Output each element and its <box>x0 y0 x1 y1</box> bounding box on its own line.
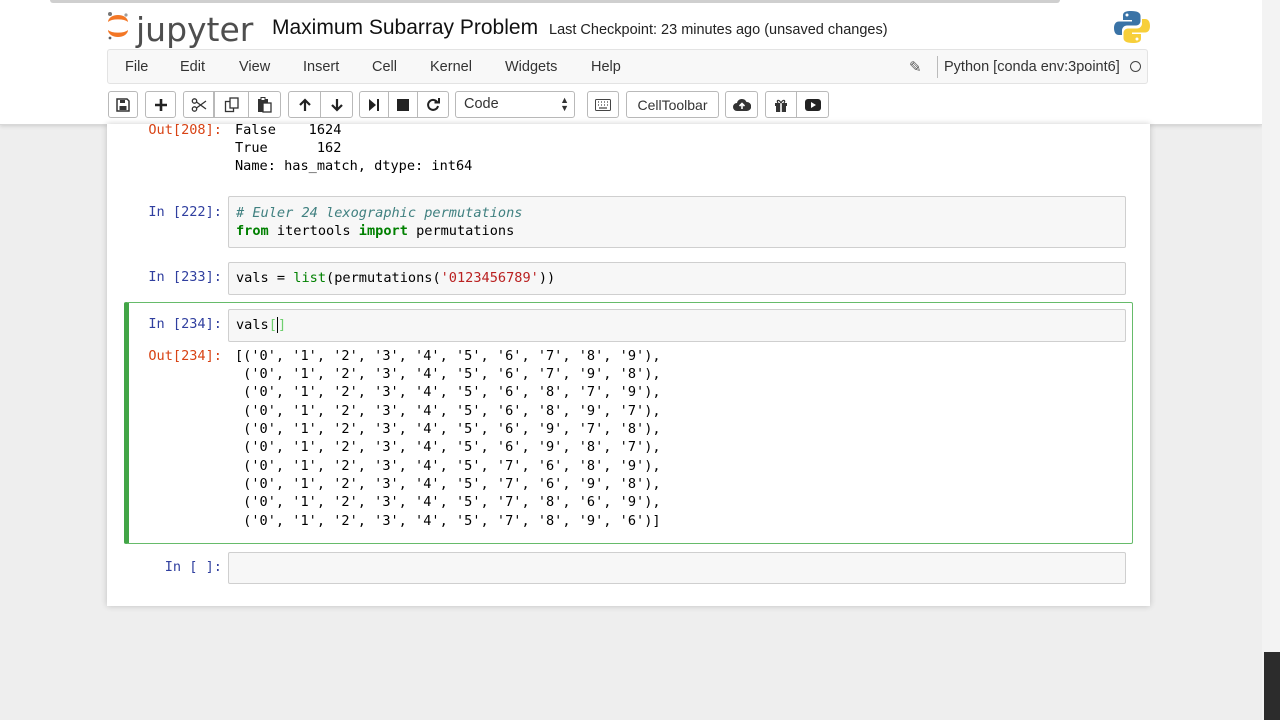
code-imported-name: permutations <box>407 223 515 239</box>
save-icon <box>116 97 130 112</box>
output-line: ('0', '1', '2', '3', '4', '5', '6', '7',… <box>235 366 661 382</box>
present-icon <box>804 98 821 111</box>
upload-icon <box>732 98 751 111</box>
input-prompt: In [233]: <box>148 269 222 285</box>
run-button[interactable] <box>359 91 389 118</box>
notebook-title[interactable]: Maximum Subarray Problem <box>272 16 538 40</box>
menu-cell[interactable]: Cell <box>372 59 397 75</box>
output-prompt: Out[234]: <box>148 348 222 364</box>
output-prompt: Out[208]: <box>148 122 222 138</box>
desktop-edge <box>1262 0 1280 720</box>
builtin-list: list <box>293 270 327 286</box>
move-down-icon <box>330 98 343 112</box>
code-line: # Euler 24 lexographic permutations <box>236 205 522 221</box>
browser-top-strip <box>50 0 1060 3</box>
keyword-from: from <box>236 223 269 239</box>
output-line: ('0', '1', '2', '3', '4', '5', '7', '6',… <box>235 458 661 474</box>
code-call: (permutations( <box>326 270 441 286</box>
add-cell-icon <box>154 98 167 111</box>
keyboard-icon <box>595 98 611 111</box>
kernel-name[interactable]: Python [conda env:3point6] <box>944 59 1120 75</box>
insert-cell-button[interactable] <box>145 91 176 118</box>
text-cursor-bracket-close: ] <box>276 317 287 333</box>
pencil-icon: ✎ <box>909 59 922 76</box>
kernel-separator <box>937 56 938 78</box>
code-input-area-empty[interactable] <box>228 552 1126 584</box>
output-line: Name: has_match, dtype: int64 <box>235 158 473 174</box>
cut-icon <box>191 97 206 112</box>
interrupt-button[interactable] <box>388 91 418 118</box>
desktop-edge-corner <box>1264 652 1280 720</box>
menu-insert[interactable]: Insert <box>303 59 339 75</box>
code-module: itertools <box>268 223 359 239</box>
restart-button[interactable] <box>417 91 449 118</box>
command-palette-button[interactable] <box>587 91 619 118</box>
jupyter-logo-text: jupyter <box>136 10 254 49</box>
copy-button[interactable] <box>214 91 249 118</box>
celltoolbar-label: CellToolbar <box>637 96 708 113</box>
stop-icon <box>397 98 409 111</box>
present-button[interactable] <box>796 91 829 118</box>
output-line: False 1624 <box>235 122 342 138</box>
paste-button[interactable] <box>248 91 281 118</box>
menu-file[interactable]: File <box>125 59 148 75</box>
menubar: File Edit View Insert Cell Kernel Widget… <box>107 49 1148 84</box>
output-line: ('0', '1', '2', '3', '4', '5', '7', '8',… <box>235 513 661 529</box>
code-comment: # Euler 24 lexographic permutations <box>236 205 523 221</box>
gift-button[interactable] <box>765 91 797 118</box>
input-prompt: In [234]: <box>148 316 222 332</box>
menu-help[interactable]: Help <box>591 59 621 75</box>
restart-icon <box>427 97 440 111</box>
code-input-area[interactable]: vals = list(permutations('0123456789')) <box>228 262 1126 295</box>
output-line: ('0', '1', '2', '3', '4', '5', '6', '9',… <box>235 421 661 437</box>
code-line: vals = list(permutations('0123456789')) <box>236 270 555 286</box>
move-up-button[interactable] <box>288 91 321 118</box>
menu-edit[interactable]: Edit <box>180 59 205 75</box>
output-line: ('0', '1', '2', '3', '4', '5', '6', '9',… <box>235 439 661 455</box>
input-prompt: In [222]: <box>148 204 222 220</box>
move-down-button[interactable] <box>320 91 353 118</box>
select-arrows-icon: ▲ ▼ <box>560 95 569 113</box>
code-call-close: )) <box>538 270 556 286</box>
copy-icon <box>224 96 239 112</box>
celltoolbar-button[interactable]: CellToolbar <box>626 91 719 118</box>
paste-icon <box>257 96 272 113</box>
output-line: ('0', '1', '2', '3', '4', '5', '7', '6',… <box>235 476 661 492</box>
output-line: True 162 <box>235 140 342 156</box>
kernel-idle-indicator-icon <box>1130 61 1141 72</box>
menu-view[interactable]: View <box>239 59 270 75</box>
run-icon <box>369 98 379 111</box>
output-line: ('0', '1', '2', '3', '4', '5', '6', '8',… <box>235 403 661 419</box>
notebook-header: jupyter Maximum Subarray Problem Last Ch… <box>0 0 1262 125</box>
code-line: from itertools import permutations <box>236 223 514 239</box>
code-text: vals <box>236 317 269 333</box>
gift-icon <box>775 99 787 112</box>
menu-kernel[interactable]: Kernel <box>430 59 472 75</box>
output-line: ('0', '1', '2', '3', '4', '5', '7', '8',… <box>235 494 661 510</box>
save-button[interactable] <box>108 91 138 118</box>
upload-button[interactable] <box>725 91 758 118</box>
cut-button[interactable] <box>183 91 214 118</box>
cell-type-select[interactable]: Code ▲ ▼ <box>455 91 575 118</box>
string-literal: '0123456789' <box>440 270 539 286</box>
code-input-area[interactable]: # Euler 24 lexographic permutations from… <box>228 196 1126 248</box>
code-assignment: vals = <box>236 270 294 286</box>
move-up-icon <box>298 97 311 111</box>
bracket-open: [ <box>268 317 277 333</box>
output-line: ('0', '1', '2', '3', '4', '5', '6', '8',… <box>235 384 661 400</box>
jupyter-logo-icon <box>108 12 128 40</box>
menu-widgets[interactable]: Widgets <box>505 59 557 75</box>
cell-type-value: Code <box>464 96 499 112</box>
checkpoint-status: Last Checkpoint: 23 minutes ago (unsaved… <box>549 22 888 38</box>
code-input-area-active[interactable]: vals[] <box>228 309 1126 342</box>
keyword-import: import <box>358 223 408 239</box>
output-line: [('0', '1', '2', '3', '4', '5', '6', '7'… <box>235 348 661 364</box>
input-prompt: In [ ]: <box>164 559 222 575</box>
python-logo-icon <box>1114 10 1150 49</box>
code-line: vals[] <box>236 317 287 333</box>
